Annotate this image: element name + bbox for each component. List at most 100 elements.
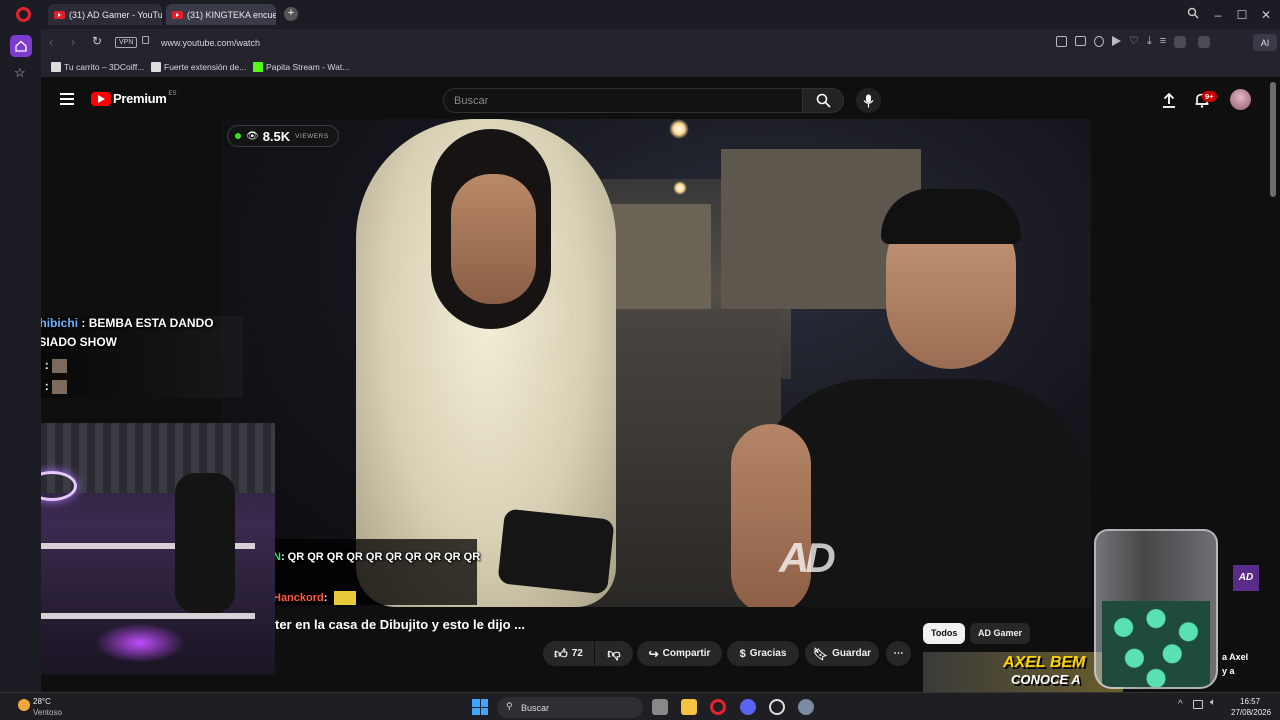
clock-date[interactable]: 27/08/2026 [1231, 708, 1271, 717]
youtube-favicon-icon [54, 10, 65, 19]
tab-ad-gamer[interactable]: (31) AD Gamer - YouTube [48, 4, 162, 25]
viewers-counter: 👁 8.5K VIEWERS [227, 125, 339, 147]
overlay-chat-line: Hanckord: [273, 591, 357, 605]
bookmark-favicon-icon [253, 62, 263, 72]
upload-icon[interactable] [1162, 92, 1176, 113]
page-scrollbar[interactable] [1270, 82, 1276, 197]
emote-icon [52, 358, 68, 373]
tab-label: (31) AD Gamer - YouTube [69, 9, 162, 20]
account-icon[interactable] [1174, 36, 1187, 48]
avatar[interactable] [1230, 89, 1251, 110]
vpn-badge[interactable]: VPN [115, 37, 138, 48]
region-label: ES [168, 90, 177, 97]
tab-search-icon[interactable] [1184, 6, 1202, 24]
chat-message: : QR QR QR QR QR QR QR QR QR QR [280, 551, 481, 563]
bookmark-favicon-icon [51, 62, 61, 72]
menu-lines-icon[interactable]: ≡ [1160, 36, 1166, 48]
webcam-overlay [41, 423, 275, 675]
recommended-title-line: a Axel [1222, 652, 1249, 662]
windows-taskbar: 28°C Ventoso ⚲ Buscar ^ 🔈︎ 16:57 27/08/2… [0, 692, 1280, 720]
opera-logo-icon[interactable] [16, 7, 31, 22]
glass-jar-overlay [1094, 529, 1218, 689]
hamburger-menu-icon[interactable] [60, 93, 74, 105]
chat-separator: : [41, 358, 53, 372]
extension-icons: ♡ ⤓ ≡ [1056, 36, 1211, 48]
microphone-icon [863, 94, 874, 107]
bookmarks-bar: Tu carrito – 3DCoiff... Fuerte extensión… [41, 56, 1280, 78]
taskbar-search-box[interactable]: ⚲ Buscar [497, 697, 643, 718]
start-button[interactable] [472, 699, 488, 715]
save-button[interactable]: 🔖︎ Guardar [805, 641, 879, 666]
settings-gear-icon[interactable] [798, 699, 814, 715]
chat-separator: : [41, 379, 53, 393]
address-bar-row: ‹ › ↻ VPN www.youtube.com/watch ♡ ⤓ ≡ AI [41, 29, 1280, 56]
ai-button[interactable]: AI [1253, 34, 1277, 51]
bookmark-favicon-icon [151, 62, 161, 72]
network-icon[interactable] [1193, 700, 1203, 709]
share-button[interactable]: ↪ Compartir [637, 641, 722, 666]
more-icon: ⋯ [893, 648, 904, 659]
bookmark-label: Papita Stream - Wat... [266, 62, 350, 72]
more-actions-button[interactable]: ⋯ [886, 641, 911, 666]
youtube-page: Premium ES Buscar 9+ 👁 8.5K VIEWERS AD N… [41, 78, 1280, 692]
neon-glow [95, 623, 185, 663]
chat-username: Hachibichi [41, 316, 79, 330]
play-icon[interactable] [1112, 36, 1121, 46]
dislike-button[interactable]: 👎︎ [595, 641, 633, 666]
video-player[interactable]: 👁 8.5K VIEWERS AD N: QR QR QR QR QR QR Q… [221, 119, 1091, 607]
minimize-button[interactable]: – [1209, 6, 1227, 24]
bookmark-label: Fuerte extensión de... [164, 62, 247, 72]
search-button[interactable] [802, 88, 844, 113]
opera-taskbar-icon[interactable] [710, 699, 726, 715]
like-button[interactable]: 👍︎ 72 [543, 641, 594, 666]
weather-icon[interactable] [18, 699, 30, 711]
filter-chip-todos[interactable]: Todos [923, 623, 966, 644]
eye-icon: 👁 [246, 130, 259, 142]
download-icon[interactable]: ⤓ [1147, 36, 1152, 48]
browser-sidebar: ☆ [0, 29, 41, 692]
url-text: www.youtube.com/watch [161, 37, 261, 48]
bookmark-item[interactable]: Papita Stream - Wat... [253, 60, 349, 74]
reload-icon[interactable]: ↻ [92, 34, 102, 48]
home-icon[interactable] [10, 35, 32, 57]
task-view-icon[interactable] [652, 699, 668, 715]
bookmark-item[interactable]: Fuerte extensión de... [151, 60, 246, 74]
youtube-logo[interactable]: Premium ES [91, 91, 177, 106]
back-icon[interactable]: ‹ [49, 35, 53, 49]
heart-icon[interactable]: ♡ [1129, 36, 1139, 48]
forward-icon[interactable]: › [71, 35, 75, 49]
search-input[interactable]: Buscar [443, 88, 803, 113]
cube-icon[interactable] [1198, 36, 1211, 48]
thanks-button[interactable]: $ Gracias [727, 641, 799, 666]
thanks-label: Gracias [749, 648, 787, 659]
taskbar-search-placeholder: Buscar [521, 702, 550, 713]
recommended-video-thumbnail[interactable]: AXEL BEM CONOCE A [923, 652, 1123, 692]
voice-search-button[interactable] [856, 88, 881, 113]
new-tab-button[interactable]: + [284, 7, 298, 21]
browser-tab-bar: (31) AD Gamer - YouTube (31) KINGTEKA en… [0, 0, 1280, 29]
volume-icon[interactable]: 🔈︎ [1210, 697, 1216, 708]
bookmark-item[interactable]: Tu carrito – 3DCoiff... [51, 60, 144, 74]
edit-icon[interactable] [1056, 36, 1067, 47]
shield-icon[interactable] [1094, 36, 1104, 47]
file-explorer-icon[interactable] [681, 699, 697, 715]
tab-label: (31) KINGTEKA encuer [187, 9, 276, 20]
weather-temp: 28°C [33, 697, 51, 706]
ad-watermark: AD [779, 534, 836, 581]
filter-chip-ad-gamer[interactable]: AD Gamer [970, 623, 1031, 644]
camera-icon[interactable] [1075, 36, 1086, 46]
chatgpt-icon[interactable] [769, 699, 785, 715]
chat-message: BEMBA ESTA DANDO [88, 316, 214, 330]
filter-label: Todos [931, 628, 958, 638]
clock-time[interactable]: 16:57 [1240, 697, 1260, 706]
thumbs-up-icon: 👍︎ [554, 645, 568, 661]
maximize-button[interactable]: ☐ [1233, 6, 1251, 24]
shelf [41, 613, 255, 619]
thumb-subtitle-line: CONOCE A [1011, 672, 1081, 687]
tab-kingteka[interactable]: (31) KINGTEKA encuer [166, 4, 276, 25]
discord-icon[interactable] [740, 699, 756, 715]
bookmark-star-icon[interactable]: ☆ [14, 65, 26, 81]
close-button[interactable]: ✕ [1257, 6, 1275, 24]
system-tray-chevron-icon[interactable]: ^ [1178, 699, 1183, 710]
chat-username: Hanckord [273, 591, 324, 604]
